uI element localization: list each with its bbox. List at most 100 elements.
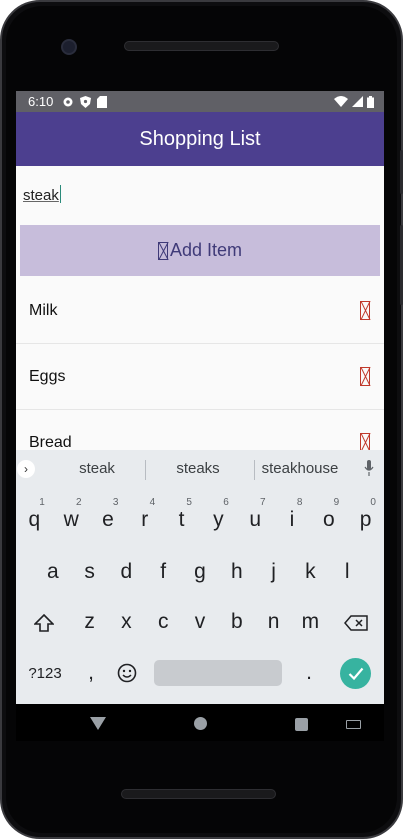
item-label: Bread [29,434,72,451]
key-hint: 2 [76,497,82,508]
back-icon[interactable] [90,717,106,730]
backspace-icon [344,615,368,631]
key-label: t [178,508,185,531]
key-m[interactable]: m [292,602,329,642]
key-y[interactable]: y6 [200,497,237,540]
status-bar: 6:10 [16,91,384,112]
period-key[interactable]: . [292,653,326,693]
key-hint: 4 [149,497,156,508]
sd-card-icon [97,95,107,108]
key-k[interactable]: k [292,552,329,592]
key-label: y [213,508,224,531]
key-h[interactable]: h [218,552,255,592]
status-icons-left [62,94,107,109]
key-x[interactable]: x [108,602,145,642]
suggestion-2[interactable]: steaks [150,460,246,477]
app-bar: Shopping List [16,112,384,166]
key-w[interactable]: w2 [53,497,90,540]
key-b[interactable]: b [218,602,255,642]
front-camera [61,39,77,55]
key-c[interactable]: c [145,602,182,642]
key-label: i [289,508,295,531]
key-label: q [28,508,41,531]
item-input-value[interactable]: steak [23,185,61,204]
missing-glyph-icon [157,241,168,260]
delete-icon[interactable] [360,301,370,320]
bottom-speaker [121,789,276,799]
expand-suggestions-icon[interactable]: › [17,460,35,478]
emoji-icon [117,663,137,683]
key-hint: 8 [296,497,303,508]
key-e[interactable]: e3 [90,497,127,540]
add-item-label: Add Item [169,240,243,260]
earpiece-speaker [124,41,279,51]
key-n[interactable]: n [255,602,292,642]
phone-device: 6:10 Shopping List steak Add Item Milk E… [0,0,403,839]
emoji-key[interactable] [110,653,144,693]
key-hint: 1 [39,497,45,508]
symbols-key[interactable]: ?123 [20,653,70,693]
key-i[interactable]: i8 [274,497,311,540]
delete-icon[interactable] [360,433,370,451]
gear-icon [63,97,73,106]
key-hint: 7 [260,497,266,508]
screen: 6:10 Shopping List steak Add Item Milk E… [16,91,384,741]
keyboard-switch-icon[interactable] [346,720,361,729]
key-r[interactable]: r4 [126,497,163,540]
key-hint: 0 [370,497,376,508]
item-label: Milk [29,302,58,319]
key-d[interactable]: d [108,552,145,592]
key-hint: 6 [223,497,229,508]
key-label: o [322,508,335,531]
suggestion-bar: › steak steaks steakhouse [16,450,384,488]
app-title: Shopping List [139,127,261,150]
key-s[interactable]: s [71,552,108,592]
checkmark-icon [348,667,363,680]
key-a[interactable]: a [34,552,71,592]
wifi-icon [334,96,348,107]
comma-key[interactable]: , [74,653,108,693]
key-l[interactable]: l [329,552,366,592]
home-icon[interactable] [194,717,207,730]
key-q[interactable]: q1 [16,497,53,540]
key-v[interactable]: v [182,602,219,642]
soft-keyboard: › steak steaks steakhouse q1w2e3r4t5y6u7… [16,450,384,704]
key-t[interactable]: t5 [163,497,200,540]
space-key[interactable] [154,660,282,686]
key-u[interactable]: u7 [237,497,274,540]
list-item[interactable]: Eggs [16,344,384,410]
suggestion-1[interactable]: steak [49,460,145,477]
key-p[interactable]: p0 [347,497,384,540]
key-hint: 9 [333,497,340,508]
status-time: 6:10 [28,94,54,109]
key-z[interactable]: z [71,602,108,642]
list-item[interactable]: Milk [16,278,384,344]
enter-key[interactable] [340,658,371,689]
key-hint: 5 [186,497,192,508]
backspace-key[interactable] [338,603,374,643]
shift-key[interactable] [26,603,62,643]
text-caret [59,185,61,203]
shopping-list: Milk Eggs Bread [16,278,384,451]
key-hint: 3 [112,497,119,508]
recents-icon[interactable] [295,718,308,731]
item-input-field[interactable]: steak [16,166,384,225]
add-item-button[interactable]: Add Item [20,225,380,276]
delete-icon[interactable] [360,367,370,386]
key-label: u [249,508,262,531]
list-item[interactable]: Bread [16,410,384,451]
key-label: e [102,508,114,531]
suggestion-divider [145,460,146,480]
status-icons-right [334,94,374,109]
key-j[interactable]: j [255,552,292,592]
key-g[interactable]: g [182,552,219,592]
suggestion-3[interactable]: steakhouse [254,460,346,477]
item-label: Eggs [29,368,66,385]
main-content: steak Add Item Milk Eggs Bread [16,166,384,451]
signal-icon [352,96,363,107]
navigation-bar [16,704,384,741]
key-f[interactable]: f [145,552,182,592]
key-label: p [359,508,372,531]
microphone-icon[interactable] [364,460,374,476]
key-o[interactable]: o9 [310,497,347,540]
